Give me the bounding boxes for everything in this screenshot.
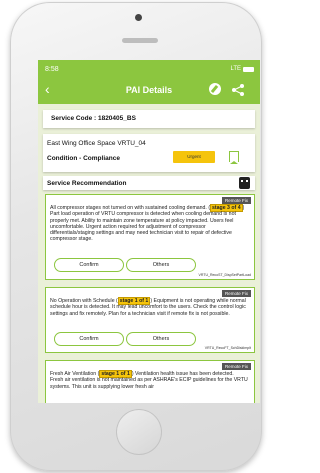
status-indicators: LTE	[230, 66, 254, 72]
recommendation-card: Remote Fix Fresh Air Ventilation (stage …	[45, 360, 255, 403]
others-button[interactable]: Others	[126, 258, 196, 272]
robot-icon	[239, 177, 250, 189]
site-name: East Wing Office Space VRTU_04	[47, 140, 146, 147]
edit-icon[interactable]	[209, 83, 221, 95]
service-code: Service Code : 1820405_BS	[51, 115, 136, 122]
recommendation-title: Service Recommendation	[47, 180, 127, 187]
recommendation-text: No Operation with Schedule (stage 1 of 1…	[50, 297, 246, 317]
issue-description: Part load operation of VRTU compressor i…	[50, 211, 236, 243]
battery-icon	[243, 66, 254, 72]
page-title: PAI Details	[125, 85, 173, 95]
others-button[interactable]: Others	[126, 332, 196, 346]
rule-code: VRTU_RecoFT_SchDiskImplt	[204, 346, 251, 350]
status-time: 8:58	[45, 66, 59, 73]
confirm-button[interactable]: Confirm	[54, 258, 124, 272]
app-bar: 8:58 LTE ‹ PAI Details	[38, 60, 260, 104]
service-code-card: Service Code : 1820405_BS	[43, 110, 255, 128]
signal-label: LTE	[230, 66, 241, 72]
earpiece-speaker	[122, 38, 158, 43]
issue-title: Fresh Air Ventilation	[50, 371, 97, 377]
issue-title: No Operation with Schedule	[50, 298, 115, 304]
priority-badge[interactable]: Urgent	[173, 151, 215, 163]
bookmark-icon[interactable]	[229, 151, 239, 164]
remote-fix-tag: Remote Fix	[221, 290, 251, 297]
recommendation-text: All compressor stages not turned on with…	[50, 204, 245, 243]
home-button[interactable]	[116, 409, 162, 455]
rule-code: VRTU_RecoST_DispSetPartLoad	[198, 273, 251, 277]
share-icon[interactable]	[231, 83, 245, 97]
front-camera	[135, 14, 142, 21]
condition-label: Condition - Compliance	[47, 155, 120, 162]
remote-fix-tag: Remote Fix	[221, 363, 251, 370]
recommendation-card: Remote Fix All compressor stages not tur…	[45, 194, 255, 280]
confirm-button[interactable]: Confirm	[54, 332, 124, 346]
app-screen: 8:58 LTE ‹ PAI Details Service Code : 18…	[38, 60, 260, 403]
recommendation-header: Service Recommendation	[43, 176, 255, 190]
recommendation-text: Fresh Air Ventilation (stage 1 of 1) Ven…	[50, 370, 248, 390]
issue-title: All compressor stages not turned on with…	[50, 205, 207, 211]
phone-frame: 8:58 LTE ‹ PAI Details Service Code : 18…	[10, 2, 262, 471]
recommendation-card: Remote Fix No Operation with Schedule (s…	[45, 287, 255, 353]
site-card: East Wing Office Space VRTU_04 Condition…	[43, 134, 255, 172]
remote-fix-tag: Remote Fix	[221, 197, 251, 204]
